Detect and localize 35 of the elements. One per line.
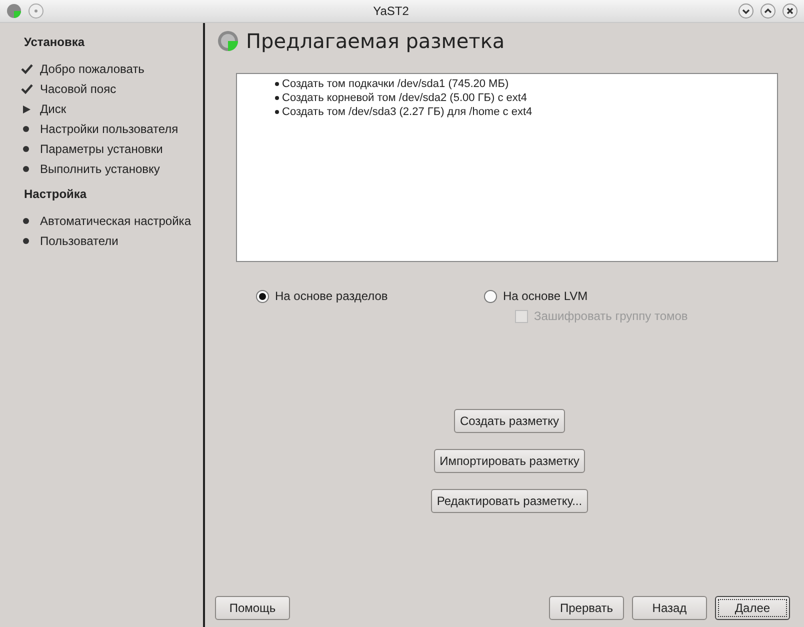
bullet-icon [275, 96, 279, 100]
step-label: Настройки пользователя [40, 122, 178, 136]
step-label: Выполнить установку [40, 162, 160, 176]
step-label: Параметры установки [40, 142, 163, 156]
radio-label: На основе LVM [503, 289, 588, 303]
action-button[interactable]: Редактировать разметку... [430, 489, 588, 513]
bullet-icon [275, 110, 279, 114]
action-button[interactable]: Создать разметку [454, 409, 566, 433]
proposal-item: Создать том подкачки /dev/sda1 (745.20 МБ) [282, 77, 509, 91]
section-title: Установка [23, 35, 86, 49]
nav-button[interactable]: Прервать [549, 596, 624, 620]
page-title: Предлагаемая разметка [246, 29, 505, 53]
close-icon[interactable] [782, 3, 798, 19]
nav-button[interactable]: Далее [715, 596, 790, 620]
maximize-icon[interactable] [760, 3, 776, 19]
help-button[interactable]: Помощь [215, 596, 290, 620]
bullet-icon [275, 82, 279, 86]
nav-button[interactable]: Назад [632, 596, 707, 620]
step-label: Диск [40, 102, 66, 116]
radio-button[interactable] [256, 290, 269, 302]
radio-button[interactable] [484, 290, 497, 302]
proposal-item: Создать корневой том /dev/sda2 (5.00 ГБ) с ext4 [282, 91, 528, 105]
step-label: Пользователи [40, 234, 118, 248]
step-label: Автоматическая настройка [40, 214, 191, 228]
step-label: Добро пожаловать [40, 62, 144, 76]
app-icon [6, 3, 22, 19]
disk-icon [217, 30, 239, 52]
checkbox-label: Зашифровать группу томов [534, 309, 688, 323]
radio-label: На основе разделов [275, 289, 388, 303]
minimize-icon[interactable] [738, 3, 754, 19]
proposal-item: Создать том /dev/sda3 (2.27 ГБ) для /home с ext4 [282, 105, 532, 119]
step-label: Часовой пояс [40, 82, 116, 96]
section-title: Настройка [23, 187, 88, 201]
action-button[interactable]: Импортировать разметку [434, 449, 586, 473]
window-title: YaST2 [372, 4, 410, 18]
